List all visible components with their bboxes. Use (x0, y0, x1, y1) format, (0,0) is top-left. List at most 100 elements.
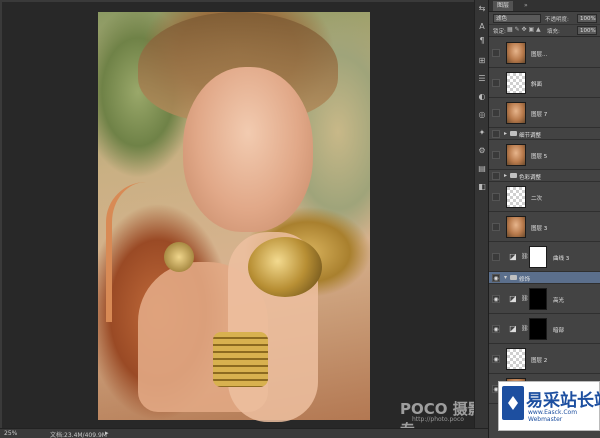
layer-row[interactable]: ◉ ◪ ⛓ 暗部 (489, 314, 600, 344)
folder-icon (510, 173, 517, 178)
layer-thumbnail[interactable] (506, 348, 526, 370)
visibility-eye-icon[interactable] (492, 172, 500, 180)
layer-thumbnail[interactable] (506, 216, 526, 238)
layer-row[interactable]: ◉ ▾ 修饰 (489, 272, 600, 284)
logo-text: 易采站长站 (526, 391, 600, 411)
blend-mode-select[interactable]: 滤色 (493, 14, 541, 23)
layer-thumbnail[interactable] (506, 42, 526, 64)
visibility-eye-icon[interactable] (492, 109, 500, 117)
visibility-eye-icon[interactable] (492, 130, 500, 138)
collapsed-panels-column: ⇆ A ¶ ⊞ ☰ ◐ ◎ ✦ ⚙ ▤ ◧ (474, 0, 488, 428)
layer-thumbnail[interactable] (506, 72, 526, 94)
layer-name[interactable]: 图层... (531, 50, 547, 58)
lock-options-icons[interactable]: ▦ ✎ ✥ ▣ ▲ (507, 26, 541, 33)
layer-name[interactable]: 暗部 (553, 326, 564, 334)
layer-thumbnail[interactable] (506, 186, 526, 208)
document-canvas-photo[interactable] (98, 12, 370, 422)
layer-name[interactable]: 细节调整 (519, 131, 541, 139)
layer-name[interactable]: 色彩调整 (519, 173, 541, 181)
link-chain-icon[interactable]: ⛓ (521, 253, 529, 260)
photo-small-ring (164, 242, 194, 272)
layer-row[interactable]: ◉ ◪ ⛓ 高光 (489, 284, 600, 314)
layer-row[interactable]: ▸ 色彩调整 (489, 170, 600, 182)
character-icon[interactable]: A (477, 22, 487, 32)
expand-arrow-right-icon[interactable]: ▸ (504, 172, 507, 179)
opacity-label: 不透明度: (545, 17, 569, 23)
folder-icon (510, 275, 517, 280)
visibility-eye-icon[interactable] (492, 79, 500, 87)
layer-row[interactable]: ▸ 细节调整 (489, 128, 600, 140)
layer-name[interactable]: 高光 (553, 296, 564, 304)
layer-row[interactable]: ◪ ⛓ 曲线 3 (489, 242, 600, 272)
folder-icon (510, 131, 517, 136)
layer-name[interactable]: 图层 5 (531, 152, 547, 160)
star-icon[interactable]: ✦ (477, 128, 487, 138)
visibility-eye-icon[interactable]: ◉ (492, 355, 500, 363)
layers-list[interactable]: 图层... 斜面 图层 7 ▸ 细节调整 图层 5 ▸ 色彩调整 二次 图层 3 ◪ ⛓ 曲线 3 ◉ ▾ 修… (489, 38, 600, 428)
poco-watermark-url: http://photo.poco (412, 416, 464, 423)
blend-row: 滤色 不透明度: 100% (489, 12, 600, 25)
layer-row[interactable]: 图层 7 (489, 98, 600, 128)
layer-row[interactable]: ◉ 图层 2 (489, 344, 600, 374)
link-chain-icon[interactable]: ⛓ (521, 295, 529, 302)
layer-name[interactable]: 图层 2 (531, 356, 547, 364)
visibility-eye-icon[interactable] (492, 151, 500, 159)
layer-name[interactable]: 图层 7 (531, 110, 547, 118)
layer-row[interactable]: 图层 3 (489, 212, 600, 242)
zoom-readout[interactable]: 25% (4, 430, 17, 437)
tab-layers[interactable]: 图层 (493, 1, 514, 11)
layer-name[interactable]: 图层 3 (531, 224, 547, 232)
grid-icon[interactable]: ⊞ (477, 56, 487, 66)
visibility-eye-icon[interactable]: ◉ (492, 274, 500, 282)
layer-name[interactable]: 二次 (531, 194, 542, 202)
layer-row[interactable]: 斜面 (489, 68, 600, 98)
list-icon[interactable]: ▤ (477, 164, 487, 174)
logo-diamond-icon (508, 396, 518, 410)
adjust-icon[interactable]: ◐ (477, 92, 487, 102)
logo-mark-icon (502, 386, 524, 420)
visibility-eye-icon[interactable]: ◉ (492, 325, 500, 333)
canvas-workspace[interactable]: POCO 摄影专 http://photo.poco ⇆ A ¶ ⊞ ☰ ◐ ◎… (0, 0, 488, 428)
photo-strap-region (106, 182, 146, 322)
visibility-eye-icon[interactable] (492, 193, 500, 201)
fill-label: 填充: (547, 29, 560, 35)
expand-arrow-down-icon[interactable]: ▾ (504, 274, 507, 281)
layer-name[interactable]: 斜面 (531, 80, 542, 88)
curves-adjustment-icon[interactable]: ◪ (508, 324, 518, 334)
layer-comp-icon[interactable]: ◧ (477, 182, 487, 192)
visibility-eye-icon[interactable] (492, 49, 500, 57)
layer-name[interactable]: 修饰 (519, 275, 530, 283)
layer-thumbnail[interactable] (506, 102, 526, 124)
layer-name[interactable]: 曲线 3 (553, 254, 569, 262)
layer-row[interactable]: 图层... (489, 38, 600, 68)
visibility-eye-icon[interactable] (492, 253, 500, 261)
fill-input[interactable]: 100% (577, 26, 597, 35)
layer-row[interactable]: 二次 (489, 182, 600, 212)
top-ruler (0, 0, 488, 2)
layer-mask-thumbnail[interactable] (529, 288, 547, 310)
opacity-input[interactable]: 100% (577, 14, 597, 23)
tab-more[interactable]: » (521, 1, 531, 11)
layer-mask-thumbnail[interactable] (529, 246, 547, 268)
layer-row[interactable]: 图层 5 (489, 140, 600, 170)
curves-adjustment-icon[interactable]: ◪ (508, 294, 518, 304)
layer-thumbnail[interactable] (506, 144, 526, 166)
lock-row: 锁定: ▦ ✎ ✥ ▣ ▲ 填充: 100% (489, 25, 600, 37)
link-chain-icon[interactable]: ⛓ (521, 325, 529, 332)
expand-arrow-right-icon[interactable]: ▸ (504, 130, 507, 137)
gear-icon[interactable]: ⚙ (477, 146, 487, 156)
target-icon[interactable]: ◎ (477, 110, 487, 120)
status-menu-arrow-icon[interactable]: ▸ (105, 429, 109, 437)
swap-icon[interactable]: ⇆ (477, 4, 487, 14)
status-bar: 25% 文档:23.4M/409.9M ▸ (0, 428, 488, 438)
left-ruler (0, 0, 2, 428)
lock-label: 锁定: (493, 29, 506, 35)
logo-url: www.Easck.Com Webmaster (528, 409, 578, 423)
curves-adjustment-icon[interactable]: ◪ (508, 252, 518, 262)
visibility-eye-icon[interactable]: ◉ (492, 295, 500, 303)
visibility-eye-icon[interactable] (492, 223, 500, 231)
document-info: 文档:23.4M/409.9M (50, 432, 107, 438)
layer-mask-thumbnail[interactable] (529, 318, 547, 340)
menu-icon[interactable]: ☰ (477, 74, 487, 84)
paragraph-icon[interactable]: ¶ (477, 36, 487, 46)
